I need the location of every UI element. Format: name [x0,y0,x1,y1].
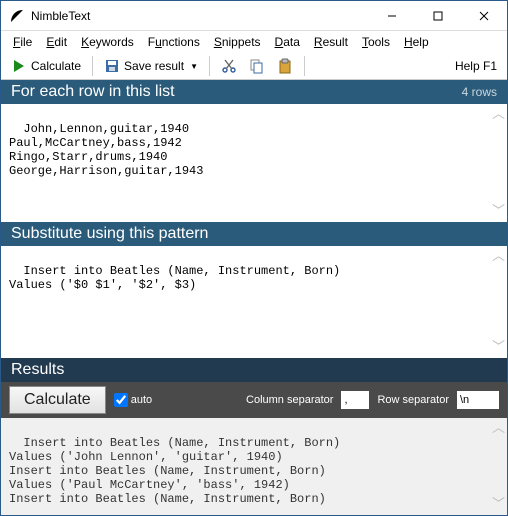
calculate-label: Calculate [31,59,81,73]
help-label[interactable]: Help F1 [455,59,501,73]
maximize-button[interactable] [415,1,461,31]
app-icon [9,8,25,24]
results-controls: Calculate auto Column separator Row sepa… [1,382,507,418]
separator [92,56,93,76]
save-result-label: Save result [124,59,184,73]
col-sep-label: Column separator [246,394,333,406]
scroll-up-icon[interactable]: ︿ [492,422,505,435]
copy-icon [249,58,265,74]
cut-button[interactable] [217,56,241,76]
results-pane[interactable]: Insert into Beatles (Name, Instrument, B… [1,418,507,515]
separator [209,56,210,76]
results-content: Insert into Beatles (Name, Instrument, B… [9,436,340,506]
menu-tools[interactable]: Tools [362,35,390,49]
input-header-title: For each row in this list [11,83,175,101]
input-pane[interactable]: John,Lennon,guitar,1940 Paul,McCartney,b… [1,104,507,222]
paste-icon [277,58,293,74]
save-result-button[interactable]: Save result ▼ [100,56,202,76]
paste-button[interactable] [273,56,297,76]
scroll-down-icon[interactable]: ﹀ [492,341,505,354]
menu-result[interactable]: Result [314,35,348,49]
separator [304,56,305,76]
dropdown-arrow-icon: ▼ [190,62,198,71]
menu-help[interactable]: Help [404,35,429,49]
pattern-content: Insert into Beatles (Name, Instrument, B… [9,264,340,292]
titlebar: NimbleText [1,1,507,31]
scroll-down-icon[interactable]: ﹀ [492,205,505,218]
window-title: NimbleText [31,9,369,23]
save-icon [104,58,120,74]
calculate-button[interactable]: Calculate [7,56,85,76]
menu-file[interactable]: File [13,35,32,49]
menubar: File Edit Keywords Functions Snippets Da… [1,31,507,53]
row-sep-input[interactable] [457,391,499,409]
results-header-title: Results [11,361,64,379]
pattern-header: Substitute using this pattern [1,222,507,246]
calculate-big-button[interactable]: Calculate [9,386,106,414]
menu-edit[interactable]: Edit [46,35,67,49]
row-sep-label: Row separator [377,394,449,406]
scroll-down-icon[interactable]: ﹀ [492,498,505,511]
menu-data[interactable]: Data [275,35,300,49]
auto-label: auto [131,394,152,406]
scroll-up-icon[interactable]: ︿ [492,250,505,263]
menu-snippets[interactable]: Snippets [214,35,261,49]
auto-checkbox-wrap[interactable]: auto [114,393,152,407]
row-count: 4 rows [462,85,497,99]
menu-keywords[interactable]: Keywords [81,35,134,49]
play-icon [11,58,27,74]
input-header: For each row in this list 4 rows [1,80,507,104]
scissors-icon [221,58,237,74]
minimize-button[interactable] [369,1,415,31]
results-header: Results [1,358,507,382]
auto-checkbox[interactable] [114,393,128,407]
col-sep-input[interactable] [341,391,369,409]
pattern-header-title: Substitute using this pattern [11,225,208,243]
copy-button[interactable] [245,56,269,76]
input-content: John,Lennon,guitar,1940 Paul,McCartney,b… [9,122,203,178]
menu-functions[interactable]: Functions [148,35,200,49]
scroll-up-icon[interactable]: ︿ [492,108,505,121]
pattern-pane[interactable]: Insert into Beatles (Name, Instrument, B… [1,246,507,358]
close-button[interactable] [461,1,507,31]
toolbar: Calculate Save result ▼ Help F1 [1,53,507,80]
